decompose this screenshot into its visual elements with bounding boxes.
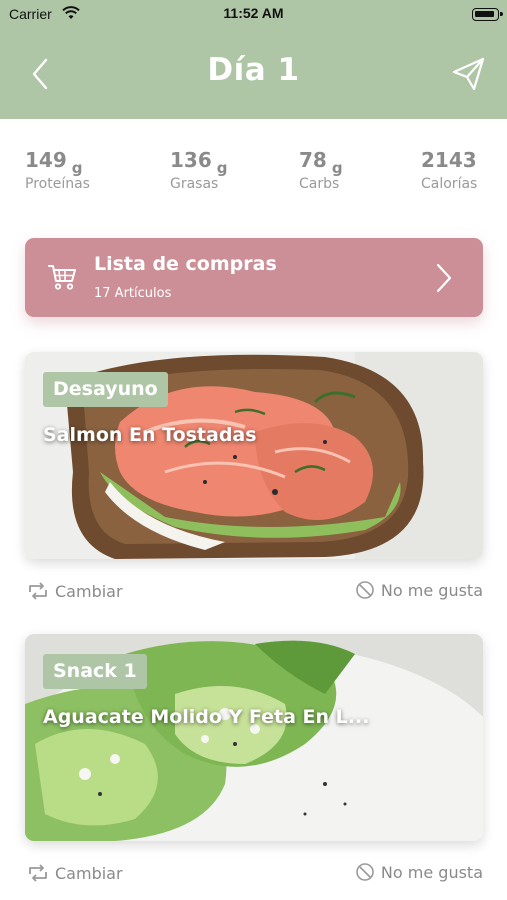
meal-actions: Cambiar No me gusta: [25, 576, 483, 606]
shopping-list-button[interactable]: Lista de compras 17 Artículos: [25, 238, 483, 317]
macro-proteins: 149 g Proteínas: [25, 148, 90, 192]
macro-value: 136: [170, 148, 212, 172]
swap-meal-button[interactable]: Cambiar: [27, 580, 123, 602]
meal-card-snack[interactable]: Snack 1 Aguacate Molido Y Feta En L...: [25, 634, 483, 841]
macro-calories: 2143 Calorías: [421, 148, 477, 192]
meal-actions: Cambiar No me gusta: [25, 858, 483, 888]
macros-summary: 149 g Proteínas 136 g Grasas 78 g Carbs 214…: [0, 148, 507, 208]
dislike-meal-button[interactable]: No me gusta: [355, 862, 483, 882]
macro-unit: g: [216, 159, 228, 177]
swap-meal-button[interactable]: Cambiar: [27, 862, 123, 884]
block-icon: [356, 863, 374, 881]
send-button[interactable]: [448, 54, 488, 94]
cart-icon: [48, 265, 76, 290]
macro-unit: g: [71, 159, 83, 177]
paper-plane-icon: [452, 57, 485, 91]
header-bar: Carrier 11:52 AM Día 1: [0, 0, 507, 119]
block-icon: [356, 581, 374, 599]
meal-type-tag: Snack 1: [43, 654, 147, 689]
swap-meal-label: Cambiar: [55, 863, 123, 883]
macro-unit: g: [331, 159, 343, 177]
meal-type-tag: Desayuno: [43, 372, 168, 407]
macro-fats: 136 g Grasas: [170, 148, 228, 192]
chevron-right-icon: [436, 263, 452, 293]
page-title: Día 1: [207, 52, 300, 88]
dislike-meal-label: No me gusta: [380, 862, 483, 882]
meal-name: Aguacate Molido Y Feta En L...: [43, 706, 370, 728]
swap-icon: [29, 582, 47, 600]
macro-value: 2143: [421, 148, 477, 172]
macro-label: Proteínas: [25, 176, 90, 192]
macro-value: 78: [299, 148, 327, 172]
macro-label: Carbs: [299, 176, 340, 192]
macro-label: Calorías: [421, 176, 478, 192]
meal-name: Salmon En Tostadas: [43, 424, 257, 446]
swap-icon: [29, 864, 47, 882]
battery-icon: [472, 8, 503, 21]
macro-carbs: 78 g Carbs: [299, 148, 343, 192]
shopping-list-title: Lista de compras: [94, 253, 277, 275]
shopping-list-count: 17 Artículos: [94, 286, 172, 301]
meal-card-breakfast[interactable]: Desayuno Salmon En Tostadas: [25, 352, 483, 559]
clock: 11:52 AM: [223, 5, 284, 21]
dislike-meal-label: No me gusta: [380, 580, 483, 600]
swap-meal-label: Cambiar: [55, 581, 123, 601]
macro-value: 149: [25, 148, 67, 172]
macro-label: Grasas: [170, 176, 219, 192]
status-bar: Carrier 11:52 AM: [0, 0, 507, 30]
dislike-meal-button[interactable]: No me gusta: [355, 580, 483, 600]
